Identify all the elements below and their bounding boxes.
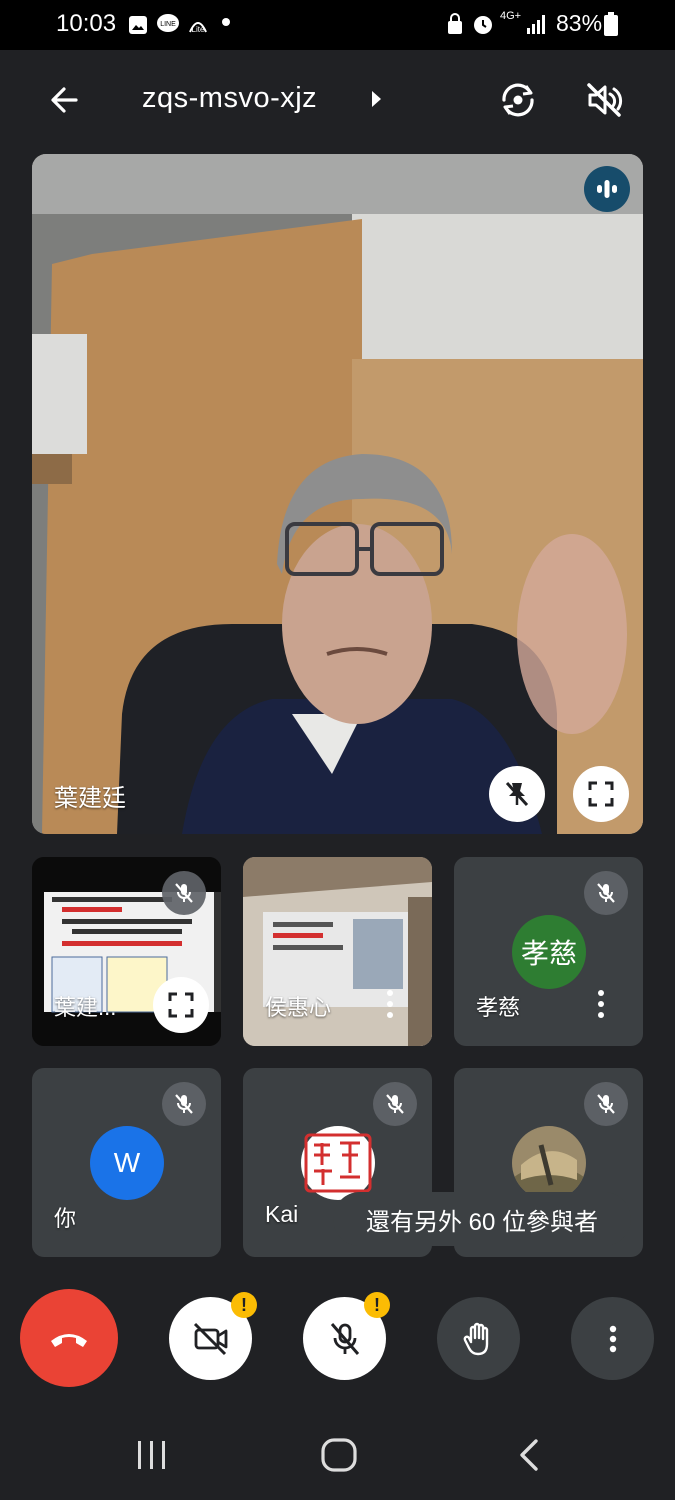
chevron-right-icon[interactable]: [368, 88, 384, 110]
line-lite-icon: Lite: [189, 22, 207, 34]
more-options-icon[interactable]: [386, 990, 394, 1020]
participant-tile-self[interactable]: W 你: [32, 1068, 221, 1257]
mic-warning-icon: !: [364, 1292, 390, 1318]
dot-icon: [222, 18, 230, 26]
battery-icon: [604, 12, 618, 36]
participant-tile-avatar[interactable]: 孝慈 孝慈: [454, 857, 643, 1046]
more-participants-toast[interactable]: 還有另外 60 位參與者: [333, 1192, 631, 1246]
back-icon[interactable]: [510, 1436, 550, 1474]
raise-hand-button[interactable]: [437, 1297, 520, 1380]
fullscreen-icon: [168, 992, 194, 1018]
participant-name: 你: [54, 1206, 77, 1231]
avatar: 孝慈: [512, 915, 586, 989]
status-bar: 10:03 LINE Lite 4G+ 83%: [0, 0, 675, 50]
participant-tile-video[interactable]: 侯惠心: [243, 857, 432, 1046]
mic-off-icon: [597, 883, 615, 903]
speaker-off-icon[interactable]: [584, 80, 624, 120]
avatar: [512, 1126, 586, 1200]
unpin-button[interactable]: [489, 766, 545, 822]
end-call-button[interactable]: [20, 1289, 118, 1387]
unpin-icon: [505, 781, 529, 807]
speaking-indicator-icon: [584, 166, 630, 212]
mic-off-icon: [597, 1094, 615, 1114]
battery-percent: 83%: [556, 10, 603, 36]
participant-name: 侯惠心: [265, 995, 332, 1020]
system-navigation-bar: [0, 1410, 675, 1500]
signal-icon: [527, 15, 545, 34]
fullscreen-button[interactable]: [573, 766, 629, 822]
camera-off-icon: [193, 1322, 227, 1355]
fullscreen-icon: [588, 781, 614, 807]
mic-off-icon: [386, 1094, 404, 1114]
home-icon[interactable]: [318, 1436, 360, 1474]
avatar: [301, 1126, 375, 1200]
participant-name: 葉建...: [54, 995, 117, 1020]
participant-name: 孝慈: [476, 995, 521, 1020]
muted-badge: [162, 1082, 206, 1126]
meeting-header: [0, 50, 675, 150]
muted-badge: [584, 871, 628, 915]
muted-badge: [162, 871, 206, 915]
svg-text:Lite: Lite: [192, 25, 205, 34]
main-speaker-name: 葉建廷: [54, 785, 126, 812]
main-speaker-tile[interactable]: 葉建廷: [32, 154, 643, 834]
avatar: W: [90, 1126, 164, 1200]
muted-badge: [584, 1082, 628, 1126]
network-icon: 4G+: [500, 10, 522, 22]
back-arrow-icon[interactable]: [46, 82, 82, 118]
more-options-icon[interactable]: [597, 990, 605, 1020]
gallery-icon: [129, 16, 147, 34]
mic-off-icon: [330, 1322, 359, 1355]
raise-hand-icon: [463, 1322, 488, 1355]
status-time: 10:03: [56, 10, 117, 37]
meeting-code[interactable]: zqs-msvo-xjz: [142, 82, 317, 115]
mic-off-icon: [175, 1094, 193, 1114]
more-options-button[interactable]: [571, 1297, 654, 1380]
mic-off-icon: [175, 883, 193, 903]
recent-apps-icon[interactable]: [132, 1438, 172, 1472]
more-vert-icon: [609, 1325, 616, 1352]
fullscreen-button[interactable]: [153, 977, 209, 1033]
alarm-icon: [474, 16, 492, 34]
speaker-video: [32, 154, 643, 834]
participant-tile-screen-share[interactable]: 葉建...: [32, 857, 221, 1046]
participant-name: Kai: [265, 1201, 299, 1227]
vpn-icon: [448, 13, 462, 34]
muted-badge: [373, 1082, 417, 1126]
line-icon: LINE: [157, 14, 179, 32]
end-call-icon: [51, 1334, 87, 1347]
switch-camera-icon[interactable]: [496, 78, 540, 122]
svg-text:LINE: LINE: [160, 21, 176, 28]
camera-warning-icon: !: [231, 1292, 257, 1318]
